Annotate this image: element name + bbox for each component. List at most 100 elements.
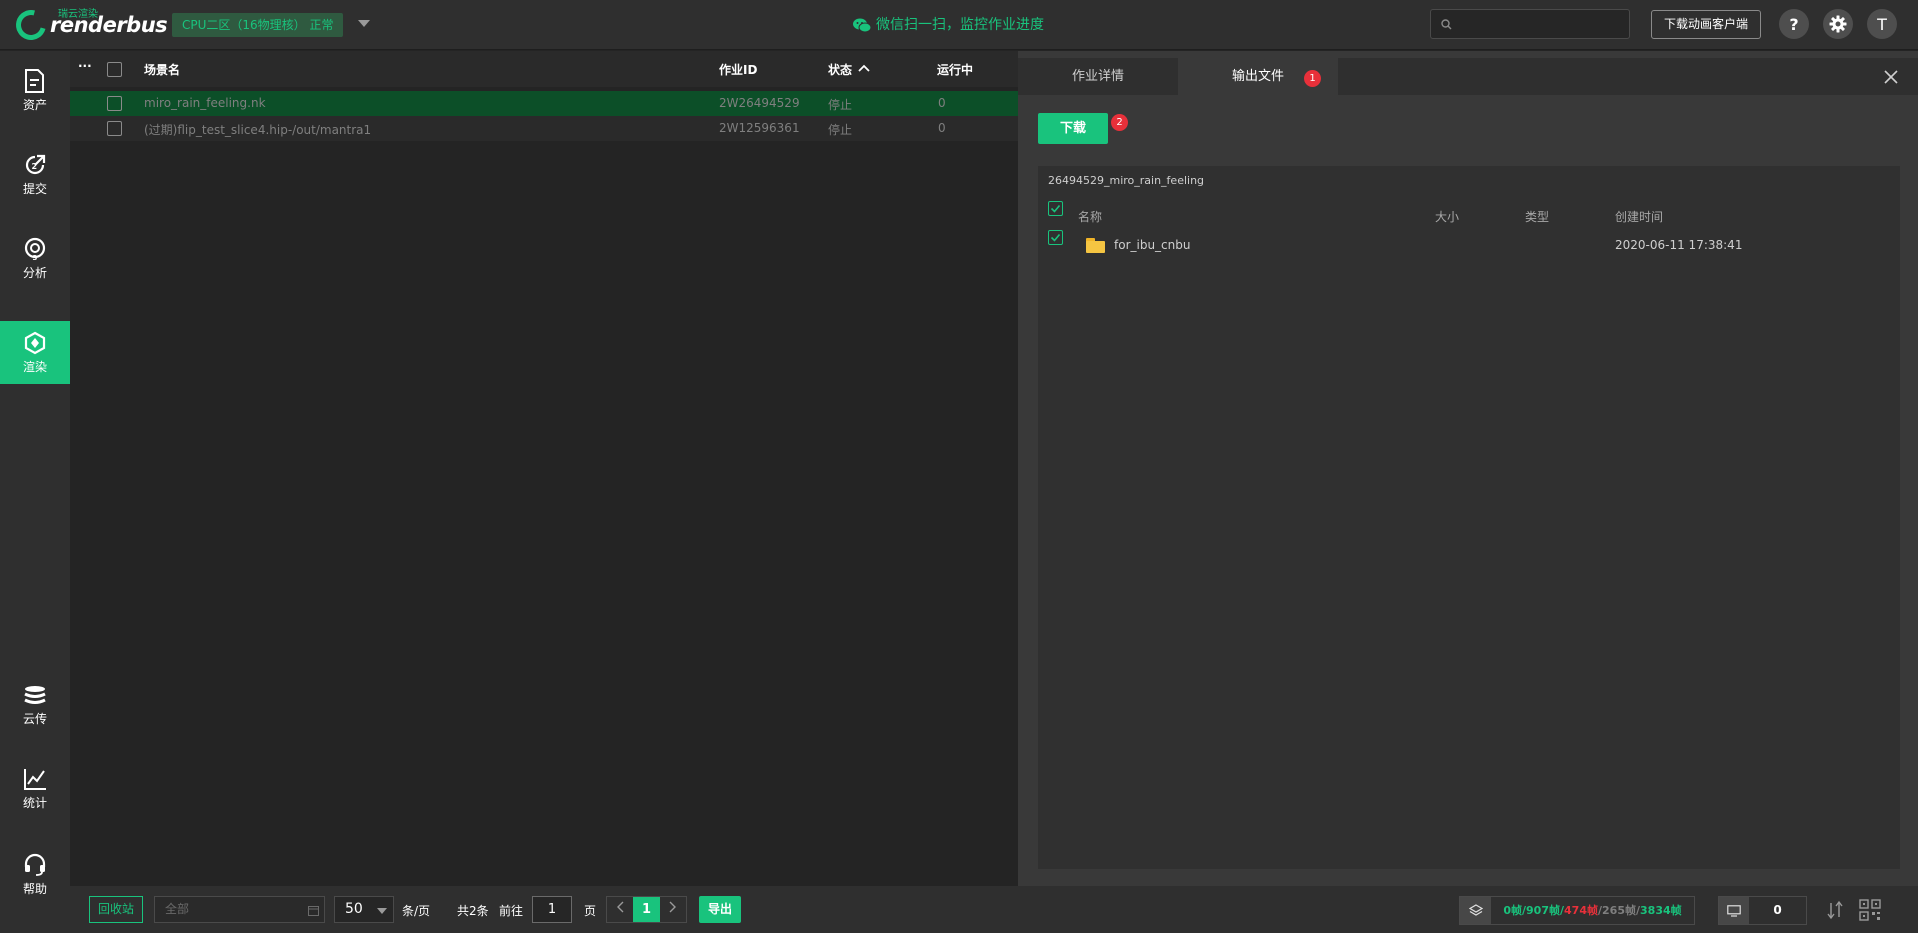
sidebar-item-label: 资产 — [22, 97, 47, 112]
sidebar-item-help[interactable]: 帮助 — [0, 843, 70, 906]
wechat-notice[interactable]: 微信扫一扫，监控作业进度 — [853, 13, 1044, 37]
check-icon — [1050, 233, 1061, 242]
monitor-icon — [1719, 897, 1749, 924]
export-button[interactable]: 导出 — [699, 896, 741, 923]
sidebar-item-render[interactable]: 渲染 — [0, 321, 70, 384]
file-created: 2020-06-11 17:38:41 — [1615, 238, 1743, 252]
file-row-checkbox[interactable] — [1048, 230, 1063, 245]
row-status: 停止 — [828, 98, 853, 112]
sidebar-item-analyze[interactable]: 3 分析 — [0, 227, 70, 290]
sidebar-item-assets[interactable]: 资产 — [0, 59, 70, 122]
folder-icon — [1086, 238, 1105, 253]
wechat-text: 微信扫一扫，监控作业进度 — [876, 17, 1044, 33]
sidebar-item-label: 云传 — [22, 711, 47, 726]
zone-selector[interactable]: CPU二区（16物理核） 正常 — [172, 13, 344, 37]
sidebar-item-cloud-transfer[interactable]: 云传 — [0, 674, 70, 737]
search-input[interactable] — [1430, 9, 1630, 39]
select-all-files-checkbox[interactable] — [1048, 201, 1063, 216]
table-row[interactable]: (过期)flip_test_slice4.hip-/out/mantra1 2W… — [70, 116, 1018, 141]
frames-all: 3834帧 — [1640, 904, 1682, 917]
more-columns-button[interactable]: ··· — [78, 59, 92, 73]
transfer-icon[interactable] — [1825, 900, 1845, 920]
chevron-left-icon — [617, 901, 624, 913]
file-icon — [25, 68, 44, 93]
sidebar-item-label: 渲染 — [22, 359, 47, 374]
detail-tabs: 作业详情 输出文件 1 — [1018, 58, 1918, 95]
search-icon — [1441, 19, 1452, 30]
settings-button[interactable] — [1823, 9, 1853, 39]
headset-icon — [24, 853, 46, 876]
sidebar-item-stats[interactable]: 统计 — [0, 757, 70, 820]
layers-icon — [1460, 897, 1491, 924]
row-scene: miro_rain_feeling.nk — [144, 96, 266, 110]
tab-output-files-label: 输出文件 — [1231, 69, 1284, 84]
recycle-bin-button[interactable]: 回收站 — [89, 896, 143, 923]
top-bar: 瑞云渲染 renderbus CPU二区（16物理核） 正常 微信扫一扫，监控作… — [0, 0, 1918, 50]
row-scene: (过期)flip_test_slice4.hip-/out/mantra1 — [144, 123, 372, 137]
goto-label: 前往 — [499, 904, 524, 918]
logo[interactable]: 瑞云渲染 renderbus — [10, 4, 168, 46]
help-button[interactable]: ? — [1779, 9, 1809, 39]
select-all-checkbox[interactable] — [107, 62, 122, 77]
stats-icon — [24, 768, 46, 790]
download-button[interactable]: 下载 — [1038, 113, 1108, 144]
prev-page-button[interactable] — [607, 897, 633, 922]
download-client-button[interactable]: 下载动画客户端 — [1651, 10, 1761, 39]
pagination: 1 — [606, 896, 687, 923]
avatar-letter: T — [1877, 14, 1887, 34]
per-page-label: 条/页 — [402, 904, 431, 918]
chevron-down-icon — [377, 908, 387, 914]
render-icon — [24, 331, 46, 354]
zone-dropdown-icon[interactable] — [358, 20, 370, 27]
sort-asc-icon[interactable] — [858, 64, 870, 72]
next-page-button[interactable] — [660, 897, 686, 922]
frames-total-a: 907帧 — [1526, 904, 1560, 917]
logo-mark-icon — [10, 4, 52, 46]
row-running: 0 — [938, 96, 946, 110]
cloud-transfer-icon — [24, 685, 46, 704]
row-job-id: 2W12596361 — [719, 121, 800, 135]
machine-count-value: 0 — [1773, 903, 1782, 917]
sidebar-item-label: 提交 — [22, 181, 47, 196]
step-badge-1: 1 — [1304, 70, 1321, 87]
output-path: 26494529_miro_rain_feeling — [1048, 174, 1205, 187]
row-checkbox[interactable] — [107, 96, 122, 111]
sidebar: 资产 2 提交 3 分析 渲染 云传 统计 帮助 — [0, 51, 70, 933]
row-running: 0 — [938, 121, 946, 135]
frames-failed: 474帧 — [1564, 904, 1598, 917]
machine-count[interactable]: 0 — [1718, 896, 1807, 925]
page-unit-label: 页 — [584, 904, 597, 918]
svg-text:3: 3 — [33, 254, 38, 261]
column-status[interactable]: 状态 — [828, 61, 852, 78]
frames-done: 0帧 — [1503, 904, 1522, 917]
step-badge-2: 2 — [1111, 114, 1128, 131]
table-row[interactable]: miro_rain_feeling.nk 2W26494529 停止 0 — [70, 91, 1018, 116]
column-scene-name: 场景名 — [144, 63, 181, 77]
wechat-icon — [853, 18, 871, 32]
goto-page-input[interactable]: 1 — [532, 896, 572, 923]
page-button-current[interactable]: 1 — [633, 897, 660, 922]
submit-icon: 2 — [25, 154, 46, 174]
file-column-name: 名称 — [1078, 210, 1103, 224]
file-column-created: 创建时间 — [1615, 210, 1664, 224]
sidebar-item-label: 帮助 — [22, 881, 47, 896]
row-checkbox[interactable] — [107, 121, 122, 136]
close-icon[interactable] — [1884, 70, 1898, 84]
date-filter-select[interactable]: 全部 — [154, 896, 325, 923]
logo-cn-text: 瑞云渲染 — [58, 9, 98, 20]
tab-job-details[interactable]: 作业详情 — [1018, 58, 1178, 95]
frame-stats[interactable]: 0帧/907帧/474帧/265帧/3834帧 — [1459, 896, 1695, 925]
file-column-size: 大小 — [1435, 210, 1460, 224]
help-icon: ? — [1789, 14, 1799, 34]
check-icon — [1050, 204, 1061, 213]
user-avatar[interactable]: T — [1867, 9, 1897, 39]
file-column-type: 类型 — [1525, 210, 1550, 224]
total-count: 共2条 — [457, 904, 489, 918]
output-file-browser: 26494529_miro_rain_feeling 名称 大小 类型 创建时间… — [1038, 166, 1900, 869]
sidebar-item-submit[interactable]: 2 提交 — [0, 143, 70, 206]
qr-code-icon[interactable] — [1859, 899, 1881, 921]
svg-text:2: 2 — [32, 162, 38, 171]
page-size-select[interactable]: 50 — [334, 896, 394, 923]
file-name[interactable]: for_ibu_cnbu — [1114, 238, 1190, 252]
date-filter-value: 全部 — [165, 902, 190, 916]
